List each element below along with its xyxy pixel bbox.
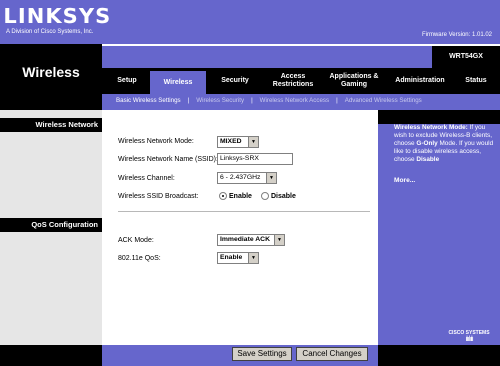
channel-label: Wireless Channel:	[118, 175, 175, 182]
chevron-down-icon: ▼	[274, 235, 284, 245]
subtab-wireless-network-access[interactable]: Wireless Network Access	[260, 97, 329, 104]
ssid-broadcast-label: Wireless SSID Broadcast:	[118, 193, 199, 200]
subtab-advanced-wireless[interactable]: Advanced Wireless Settings	[345, 97, 422, 104]
help-disable: Disable	[416, 156, 440, 163]
main-tabs: Setup Wireless Security Access Restricti…	[102, 68, 500, 94]
ssid-input[interactable]: Linksys-SRX	[217, 153, 293, 165]
help-panel-header	[378, 110, 500, 124]
firmware-version: Firmware Version: 1.01.02	[421, 32, 492, 38]
chevron-down-icon: ▼	[248, 137, 258, 147]
save-settings-button[interactable]: Save Settings	[232, 347, 292, 361]
channel-value: 6 - 2.437GHz	[220, 174, 261, 181]
broadcast-disable-label: Disable	[271, 193, 296, 200]
sub-tabs: Basic Wireless Settings | Wireless Secur…	[102, 94, 500, 106]
ack-mode-value: Immediate ACK	[220, 236, 270, 243]
ack-mode-label: ACK Mode:	[118, 237, 154, 244]
page-title: Wireless	[22, 64, 80, 80]
subtab-separator: |	[251, 96, 253, 104]
qos-label: 802.11e QoS:	[118, 255, 161, 262]
help-gonly: G-Only	[416, 140, 438, 147]
help-title: Wireless Network Mode:	[394, 124, 468, 131]
broadcast-enable-label: Enable	[229, 193, 252, 200]
ack-mode-select[interactable]: Immediate ACK ▼	[217, 234, 285, 246]
header-bar: LINKSYS A Division of Cisco Systems, Inc…	[0, 0, 500, 44]
model-name: WRT54GX	[432, 46, 500, 68]
bottom-bar-right	[378, 345, 500, 366]
section-wireless-network: Wireless Network	[0, 118, 102, 132]
tab-applications-gaming[interactable]: Applications & Gaming	[324, 68, 384, 94]
qos-select[interactable]: Enable ▼	[217, 252, 259, 264]
cisco-bars-icon: ılıılıılı	[465, 336, 473, 343]
chevron-down-icon: ▼	[266, 173, 276, 183]
tab-wireless[interactable]: Wireless	[150, 71, 206, 94]
tab-setup[interactable]: Setup	[106, 68, 148, 94]
model-row-spacer	[102, 46, 432, 68]
left-footer	[0, 345, 102, 366]
tab-security[interactable]: Security	[208, 68, 262, 94]
cancel-changes-button[interactable]: Cancel Changes	[296, 347, 368, 361]
subtab-wireless-security[interactable]: Wireless Security	[196, 97, 244, 104]
cisco-logo: CISCO SYSTEMS ılıılıılı	[444, 330, 494, 343]
logo-subtitle: A Division of Cisco Systems, Inc.	[6, 29, 94, 35]
section-qos-configuration: QoS Configuration	[0, 218, 102, 232]
subtab-separator: |	[336, 96, 338, 104]
wireless-mode-select[interactable]: MIXED ▼	[217, 136, 259, 148]
help-text: Wireless Network Mode: If you wish to ex…	[394, 124, 496, 164]
tab-status[interactable]: Status	[454, 68, 498, 94]
channel-select[interactable]: 6 - 2.437GHz ▼	[217, 172, 277, 184]
linksys-logo: LINKSYS	[3, 4, 112, 28]
broadcast-disable-radio[interactable]	[261, 192, 269, 200]
mode-label: Wireless Network Mode:	[118, 138, 194, 145]
broadcast-enable-radio[interactable]	[219, 192, 227, 200]
subtab-basic-wireless[interactable]: Basic Wireless Settings	[116, 97, 181, 104]
help-more-link[interactable]: More...	[394, 177, 415, 184]
section-divider	[118, 211, 370, 212]
ssid-label: Wireless Network Name (SSID):	[118, 156, 218, 163]
model-row: WRT54GX	[102, 44, 500, 68]
wireless-mode-value: MIXED	[220, 138, 242, 145]
tab-administration[interactable]: Administration	[386, 68, 454, 94]
chevron-down-icon: ▼	[248, 253, 258, 263]
tab-access-restrictions[interactable]: Access Restrictions	[262, 68, 324, 94]
qos-value: Enable	[220, 254, 243, 261]
subtab-separator: |	[187, 96, 190, 104]
